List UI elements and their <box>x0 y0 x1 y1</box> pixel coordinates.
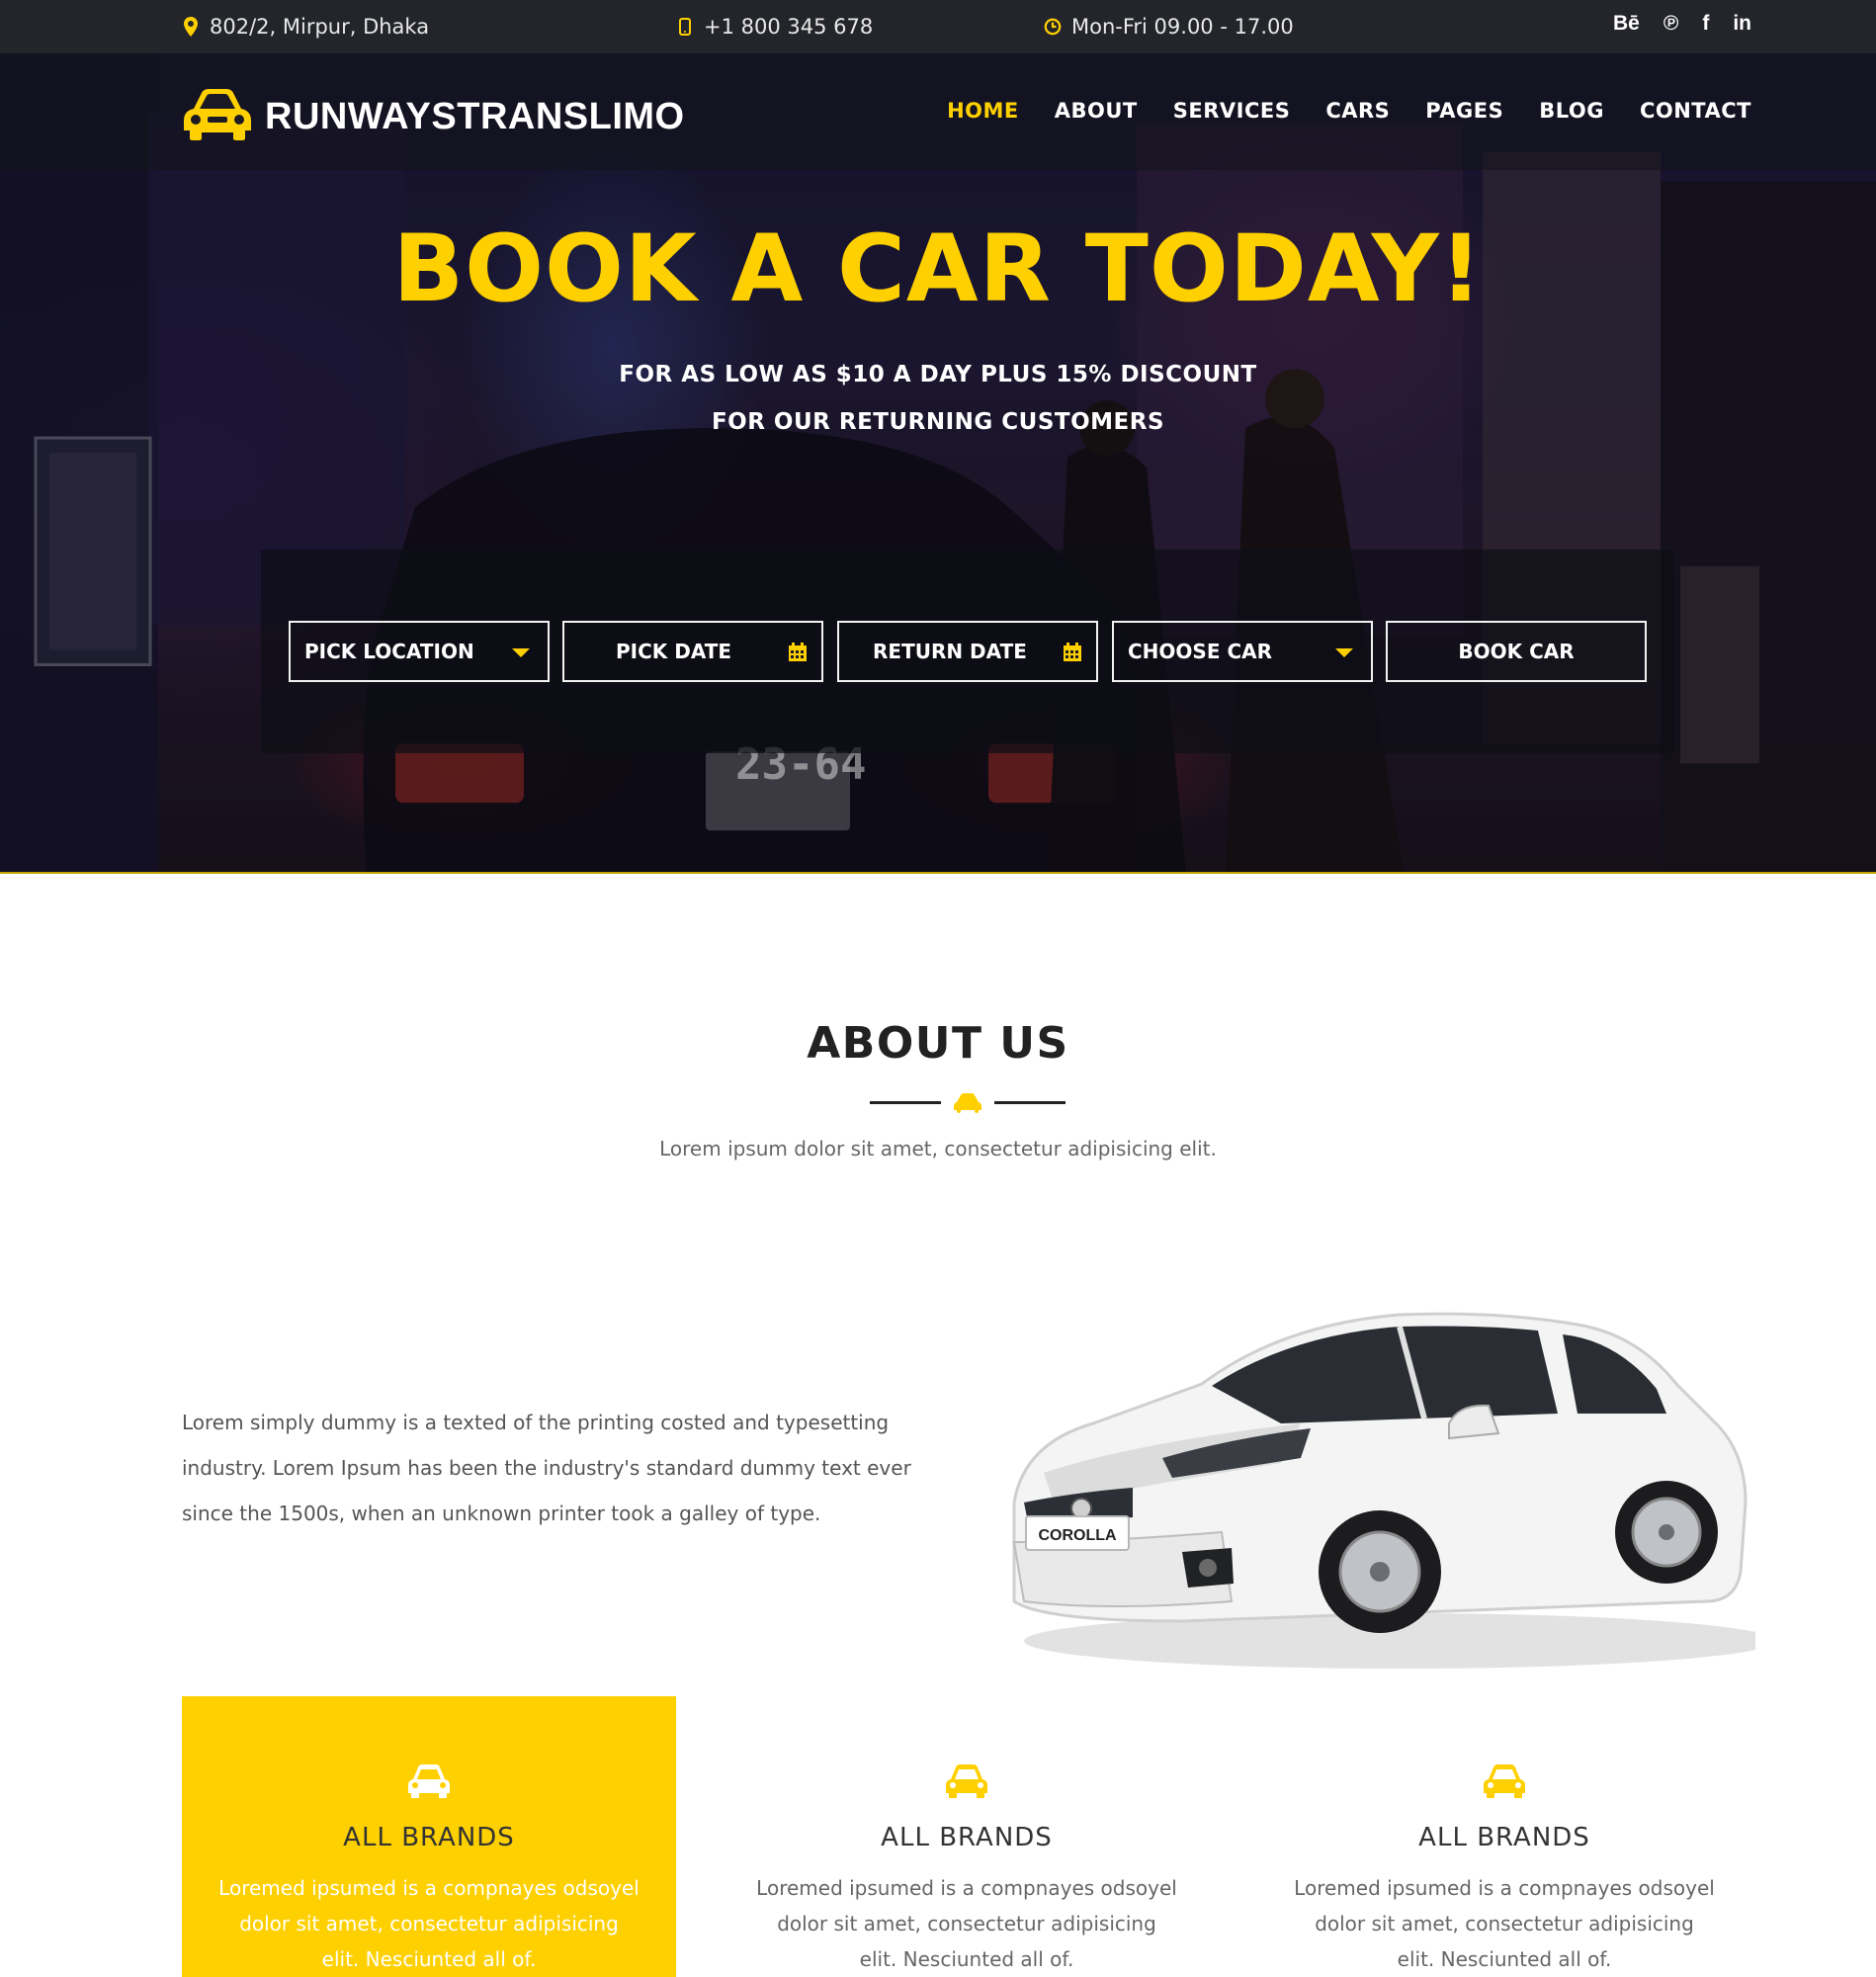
social-links: Bē ℗ f in <box>1613 12 1751 36</box>
chevron-down-icon <box>512 648 530 657</box>
brand-name: RUNWAYSTRANSLIMO <box>265 95 685 137</box>
nav-home[interactable]: HOME <box>947 99 1019 123</box>
top-info-bar: 802/2, Mirpur, Dhaka +1 800 345 678 Mon-… <box>0 0 1876 53</box>
feature-title: ALL BRANDS <box>343 1823 515 1852</box>
pick-date-input[interactable]: PICK DATE <box>562 621 823 682</box>
pick-location-select[interactable]: PICK LOCATION <box>289 621 550 682</box>
about-text-line3: since the 1500s, when an unknown printer… <box>182 1502 821 1525</box>
feature-text-line: elit. Nesciunted all of. <box>1397 1947 1612 1971</box>
site-logo[interactable]: RUNWAYSTRANSLIMO <box>182 87 685 146</box>
feature-card-2[interactable]: ALL BRANDS Loremed ipsumed is a compnaye… <box>720 1696 1214 1977</box>
chevron-down-icon <box>1335 648 1353 657</box>
nav-cars[interactable]: CARS <box>1325 99 1390 123</box>
pick-location-label: PICK LOCATION <box>304 640 474 663</box>
linkedin-icon[interactable]: in <box>1733 12 1751 36</box>
car-icon <box>1484 1764 1525 1798</box>
feature-description: Loremed ipsumed is a compnayes odsoyel d… <box>1277 1870 1732 1977</box>
return-date-label: RETURN DATE <box>873 640 1027 663</box>
about-text-line1: Lorem simply dummy is a texted of the pr… <box>182 1411 890 1434</box>
mobile-phone-icon <box>676 16 694 38</box>
feature-text-line: elit. Nesciunted all of. <box>321 1947 537 1971</box>
hero-subtitle-line1: FOR AS LOW AS $10 A DAY PLUS 15% DISCOUN… <box>619 362 1257 387</box>
feature-title: ALL BRANDS <box>881 1823 1053 1852</box>
feature-title: ALL BRANDS <box>1418 1823 1590 1852</box>
hero-subtitle-line2: FOR OUR RETURNING CUSTOMERS <box>711 409 1165 435</box>
choose-car-select[interactable]: CHOOSE CAR <box>1112 621 1373 682</box>
nav-services[interactable]: SERVICES <box>1173 99 1291 123</box>
calendar-icon <box>789 643 807 661</box>
feature-text-line: Loremed ipsumed is a compnayes odsoyel <box>1294 1876 1715 1900</box>
map-pin-icon <box>182 16 200 38</box>
hero-section: 23-64 RUNWAYSTRANSLIMO HOME ABOUT SERVIC… <box>0 53 1876 874</box>
main-navigation: HOME ABOUT SERVICES CARS PAGES BLOG CONT… <box>947 99 1751 123</box>
return-date-input[interactable]: RETURN DATE <box>837 621 1098 682</box>
facebook-icon[interactable]: f <box>1702 12 1709 36</box>
phone-info: +1 800 345 678 <box>676 13 873 41</box>
feature-text-line: elit. Nesciunted all of. <box>859 1947 1074 1971</box>
hero-title: BOOK A CAR TODAY! <box>392 215 1484 323</box>
about-description: Lorem simply dummy is a texted of the pr… <box>182 1400 963 1536</box>
car-icon <box>946 1764 987 1798</box>
nav-contact[interactable]: CONTACT <box>1640 99 1751 123</box>
car-plate-text: COROLLA <box>1038 1527 1117 1544</box>
hours-info: Mon-Fri 09.00 - 17.00 <box>1044 13 1294 41</box>
nav-about[interactable]: ABOUT <box>1055 99 1138 123</box>
book-car-button[interactable]: BOOK CAR <box>1386 621 1647 682</box>
about-lead: Lorem ipsum dolor sit amet, consectetur … <box>659 1137 1217 1160</box>
behance-icon[interactable]: Bē <box>1613 12 1640 36</box>
about-text-line2: industry. Lorem Ipsum has been the indus… <box>182 1456 911 1480</box>
section-divider <box>870 1093 1066 1113</box>
feature-card-1[interactable]: ALL BRANDS Loremed ipsumed is a compnaye… <box>182 1696 676 1977</box>
address-info: 802/2, Mirpur, Dhaka <box>182 13 429 41</box>
white-sedan-image: COROLLA <box>1012 1312 1755 1669</box>
nav-pages[interactable]: PAGES <box>1425 99 1503 123</box>
address-text: 802/2, Mirpur, Dhaka <box>210 15 430 39</box>
clock-icon <box>1044 16 1062 38</box>
feature-text-line: dolor sit amet, consectetur adipisicing <box>777 1912 1156 1935</box>
nav-blog[interactable]: BLOG <box>1539 99 1604 123</box>
pick-date-label: PICK DATE <box>616 640 732 663</box>
booking-form: PICK LOCATION PICK DATE RETURN DATE CHOO… <box>261 550 1674 753</box>
calendar-icon <box>1064 643 1081 661</box>
feature-description: Loremed ipsumed is a compnayes odsoyel d… <box>202 1870 656 1977</box>
phone-text[interactable]: +1 800 345 678 <box>704 15 873 39</box>
choose-car-label: CHOOSE CAR <box>1128 640 1273 663</box>
car-icon <box>408 1764 450 1798</box>
feature-text-line: Loremed ipsumed is a compnayes odsoyel <box>756 1876 1177 1900</box>
book-car-label: BOOK CAR <box>1458 640 1575 663</box>
feature-description: Loremed ipsumed is a compnayes odsoyel d… <box>739 1870 1194 1977</box>
pinterest-icon[interactable]: ℗ <box>1663 12 1678 36</box>
hours-text: Mon-Fri 09.00 - 17.00 <box>1071 15 1294 39</box>
feature-card-3[interactable]: ALL BRANDS Loremed ipsumed is a compnaye… <box>1257 1696 1751 1977</box>
about-title: ABOUT US <box>807 1018 1069 1069</box>
car-icon <box>954 1093 981 1113</box>
feature-text-line: dolor sit amet, consectetur adipisicing <box>1315 1912 1694 1935</box>
feature-text-line: dolor sit amet, consectetur adipisicing <box>239 1912 619 1935</box>
feature-text-line: Loremed ipsumed is a compnayes odsoyel <box>218 1876 640 1900</box>
taxi-car-icon <box>182 87 253 146</box>
